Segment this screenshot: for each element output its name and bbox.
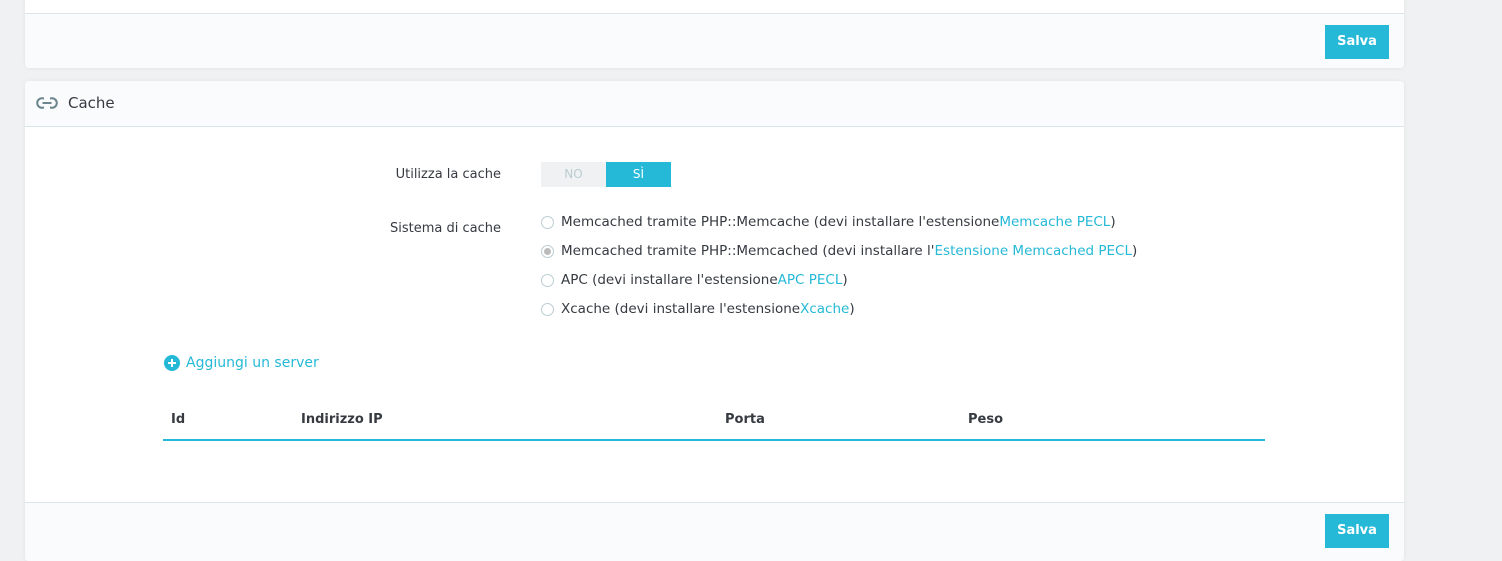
switch-option-no[interactable]: NO [541,162,606,187]
column-ip-address[interactable]: Indirizzo IP [301,412,383,427]
memcache-pecl-link[interactable]: Memcache PECL [999,214,1110,230]
option-suffix: ) [842,272,848,288]
cache-option-xcache[interactable]: Xcache (devi installare l'estensione Xca… [541,301,855,317]
radio-button[interactable] [541,244,554,258]
use-cache-switch[interactable]: NO SÌ [541,162,671,187]
cache-option-apc[interactable]: APC (devi installare l'estensione APC PE… [541,272,848,288]
cache-option-memcache[interactable]: Memcached tramite PHP::Memcache (devi in… [541,214,1116,230]
link-icon [36,97,58,109]
add-server-link[interactable]: Aggiungi un server [164,355,319,371]
use-cache-label: Utilizza la cache [395,167,501,182]
option-text: Memcached tramite PHP::Memcache (devi in… [561,214,1000,230]
option-text: Xcache (devi installare l'estensione [561,301,801,317]
cache-option-memcached[interactable]: Memcached tramite PHP::Memcached (devi i… [541,243,1137,259]
radio-button[interactable] [541,215,554,229]
panel-title: Cache [68,94,115,112]
option-text: Memcached tramite PHP::Memcached (devi i… [561,243,935,259]
add-server-label: Aggiungi un server [186,355,319,371]
option-suffix: ) [1110,214,1116,230]
column-port[interactable]: Porta [725,412,765,427]
save-button[interactable]: Salva [1325,514,1389,548]
option-text: APC (devi installare l'estensione [561,272,778,288]
cache-system-label: Sistema di cache [390,221,501,236]
save-button[interactable]: Salva [1325,25,1389,59]
panel-footer: Salva [25,13,1404,68]
xcache-link[interactable]: Xcache [800,301,849,317]
switch-option-yes[interactable]: SÌ [606,162,671,187]
column-id[interactable]: Id [171,412,185,427]
option-suffix: ) [849,301,855,317]
add-circle-icon [164,355,180,371]
radio-button[interactable] [541,302,554,316]
panel-heading: Cache [25,81,1404,127]
memcached-pecl-link[interactable]: Estensione Memcached PECL [935,243,1132,259]
servers-table-header: Id Indirizzo IP Porta Peso [163,401,1265,441]
previous-panel: Salva [25,0,1404,68]
panel-footer: Salva [25,502,1404,561]
apc-pecl-link[interactable]: APC PECL [778,272,843,288]
radio-button[interactable] [541,273,554,287]
column-weight[interactable]: Peso [968,412,1003,427]
option-suffix: ) [1131,243,1138,259]
cache-panel: Cache Utilizza la cache NO SÌ Sistema di… [25,81,1404,561]
